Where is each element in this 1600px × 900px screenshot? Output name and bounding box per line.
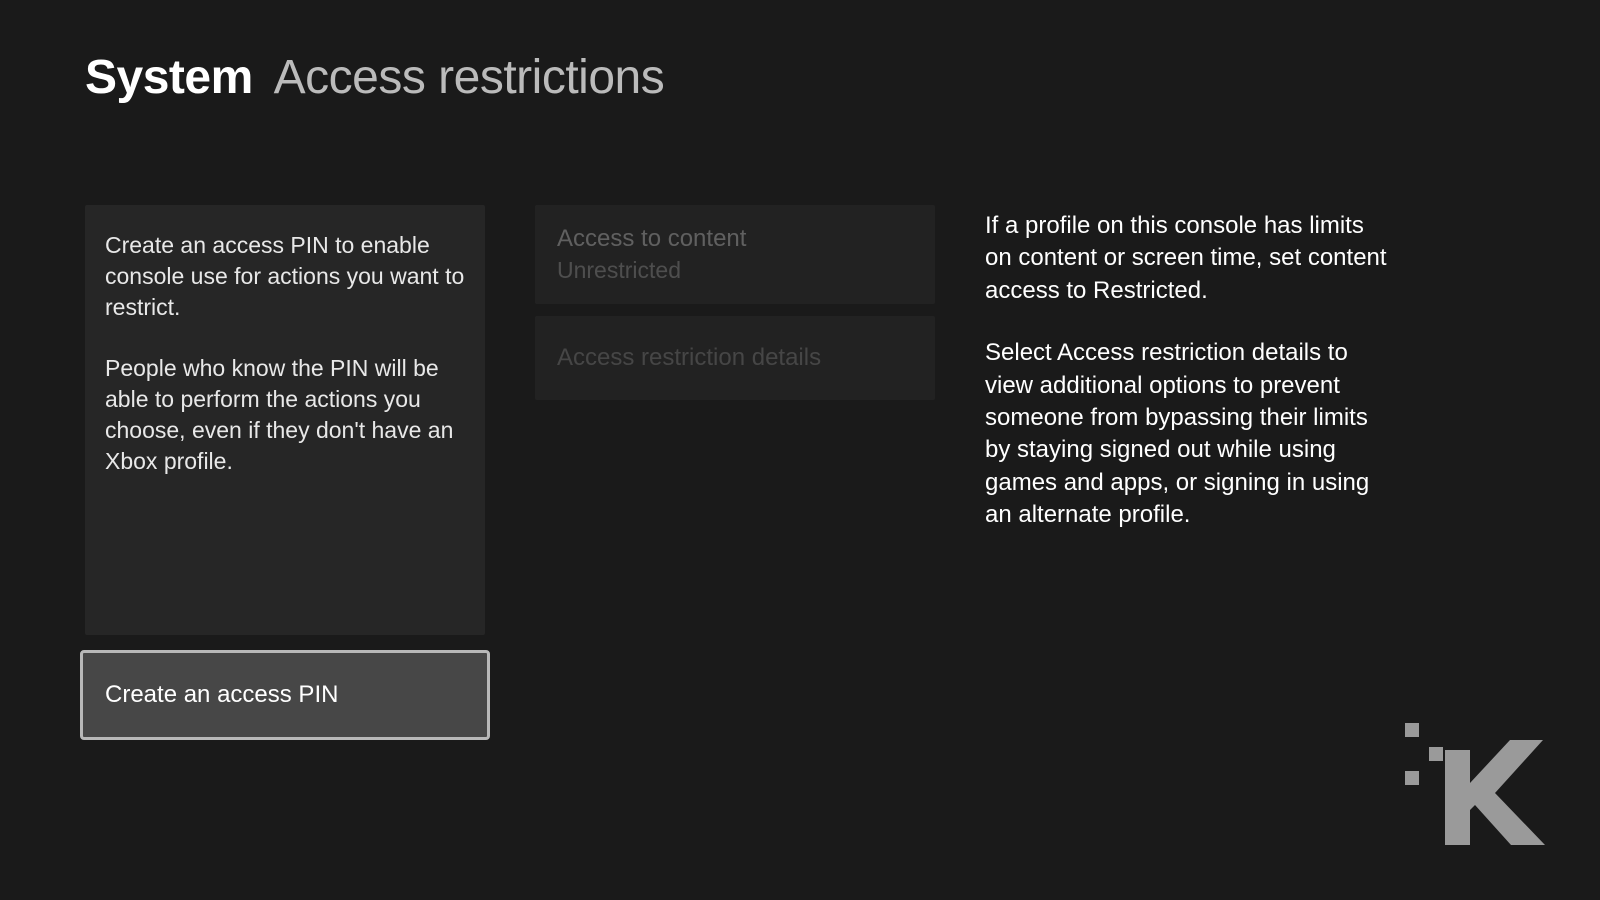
access-to-content-value: Unrestricted [557, 257, 913, 284]
title-page: Access restrictions [274, 51, 665, 104]
page-header: System Access restrictions [0, 0, 1600, 105]
middle-column: Access to content Unrestricted Access re… [535, 205, 935, 740]
info-paragraph-2: People who know the PIN will be able to … [105, 353, 465, 477]
page-title: System Access restrictions [85, 50, 1600, 105]
help-paragraph-1: If a profile on this console has limits … [985, 210, 1395, 307]
access-restriction-details-label: Access restriction details [557, 344, 913, 372]
access-to-content-label: Access to content [557, 225, 913, 253]
help-paragraph-2: Select Access restriction details to vie… [985, 337, 1395, 531]
title-category: System [85, 51, 253, 104]
watermark-logo-icon [1405, 715, 1545, 845]
info-panel: Create an access PIN to enable console u… [85, 205, 485, 635]
right-column: If a profile on this console has limits … [985, 205, 1395, 740]
left-column: Create an access PIN to enable console u… [85, 205, 485, 740]
info-paragraph-1: Create an access PIN to enable console u… [105, 230, 465, 323]
create-access-pin-button[interactable]: Create an access PIN [80, 650, 490, 740]
access-restriction-details-tile[interactable]: Access restriction details [535, 316, 935, 400]
content-area: Create an access PIN to enable console u… [0, 105, 1600, 740]
access-to-content-tile[interactable]: Access to content Unrestricted [535, 205, 935, 304]
